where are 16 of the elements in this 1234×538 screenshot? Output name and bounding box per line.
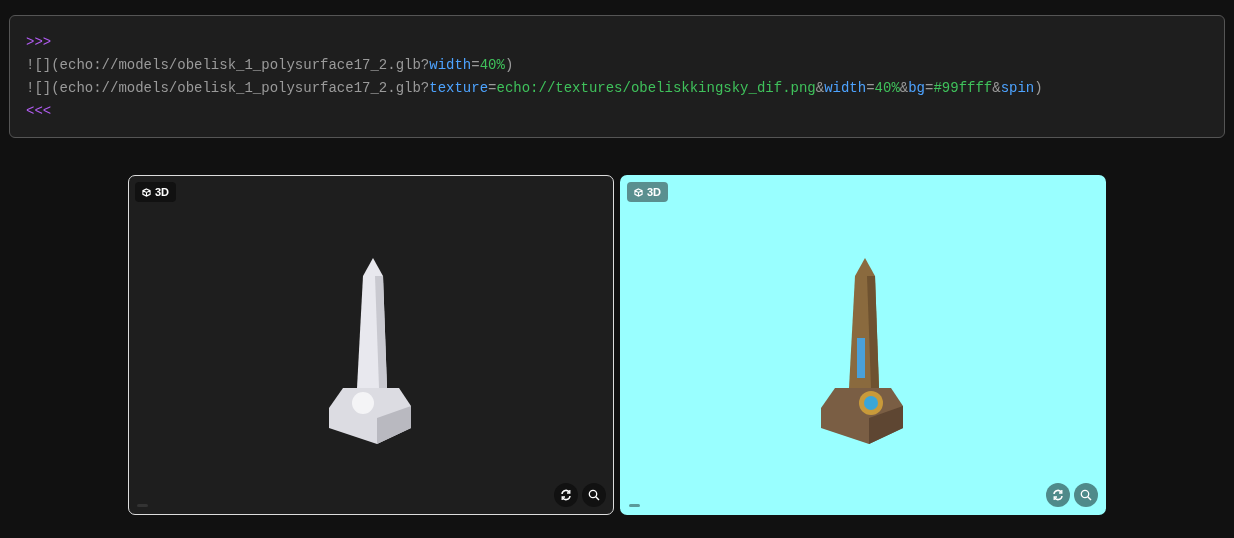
cube-icon xyxy=(142,187,151,197)
code-line: ![](echo://models/obelisk_1_polysurface17_2.glb?width=40%) xyxy=(26,56,514,75)
zoom-button[interactable] xyxy=(582,483,606,507)
code-line: ![](echo://models/obelisk_1_polysurface17_2.glb?texture=echo://textures/obeliskkingsky_dif.png&width=40%&bg=#99ffff&spin) xyxy=(26,79,1043,98)
refresh-icon xyxy=(1052,489,1064,501)
3d-badge: 3D xyxy=(135,182,177,202)
search-icon xyxy=(588,489,600,501)
refresh-icon xyxy=(560,489,572,501)
search-icon xyxy=(1080,489,1092,501)
code-line: <<< xyxy=(26,102,52,121)
progress-dash xyxy=(629,504,640,507)
code-line: >>> xyxy=(26,33,52,52)
reset-button[interactable] xyxy=(554,483,578,507)
cube-icon xyxy=(634,187,643,197)
model-viewer[interactable]: 3D xyxy=(128,175,614,515)
3d-badge: 3D xyxy=(627,182,669,202)
